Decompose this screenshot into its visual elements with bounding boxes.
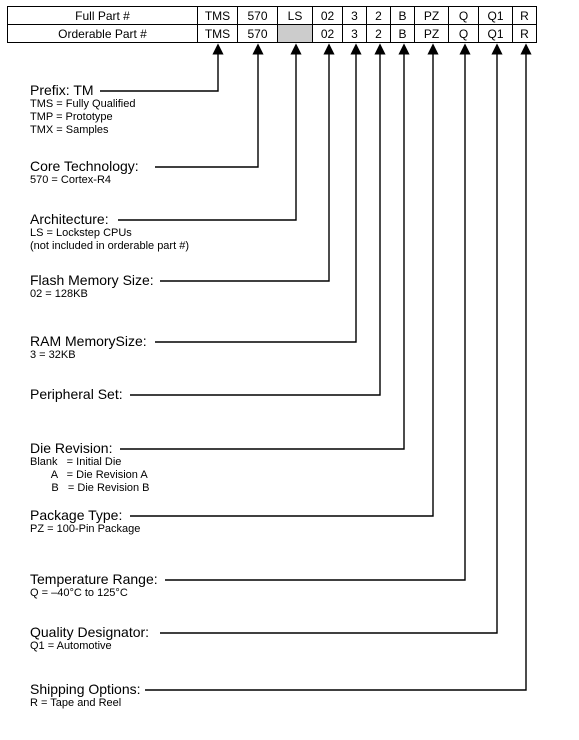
cell-ord-570: 570: [238, 25, 278, 43]
arch-title: Architecture:: [30, 211, 189, 227]
cell-ord-b: B: [391, 25, 415, 43]
section-shipping: Shipping Options: R = Tape and Reel: [30, 681, 141, 710]
cell-ord-02: 02: [313, 25, 343, 43]
ship-title: Shipping Options:: [30, 681, 141, 697]
pkg-title: Package Type:: [30, 507, 140, 523]
qual-title: Quality Designator:: [30, 624, 149, 640]
prefix-detail-3: TMX = Samples: [30, 124, 135, 137]
cell-full-r: R: [513, 7, 537, 25]
ram-title: RAM MemorySize:: [30, 333, 147, 349]
cell-full-q: Q: [449, 7, 479, 25]
prefix-detail-2: TMP = Prototype: [30, 111, 135, 124]
cell-ord-r: R: [513, 25, 537, 43]
row-orderable-part: Orderable Part # TMS 570 02 3 2 B PZ Q Q…: [8, 25, 537, 43]
section-die: Die Revision: Blank = Initial Die A = Di…: [30, 440, 150, 495]
section-quality: Quality Designator: Q1 = Automotive: [30, 624, 149, 653]
prefix-title: Prefix: TM: [30, 82, 135, 98]
cell-ord-tms: TMS: [198, 25, 238, 43]
cell-full-3: 3: [343, 7, 367, 25]
section-flash: Flash Memory Size: 02 = 128KB: [30, 272, 154, 301]
part-number-table: Full Part # TMS 570 LS 02 3 2 B PZ Q Q1 …: [7, 6, 537, 43]
cell-full-2: 2: [367, 7, 391, 25]
cell-full-570: 570: [238, 7, 278, 25]
cell-full-pz: PZ: [415, 7, 449, 25]
flash-title: Flash Memory Size:: [30, 272, 154, 288]
cell-full-02: 02: [313, 7, 343, 25]
pkg-detail-1: PZ = 100-Pin Package: [30, 523, 140, 536]
qual-detail-1: Q1 = Automotive: [30, 640, 149, 653]
die-title: Die Revision:: [30, 440, 150, 456]
temp-title: Temperature Range:: [30, 571, 158, 587]
core-title: Core Technology:: [30, 158, 139, 174]
die-detail-2: A = Die Revision A: [30, 469, 150, 482]
cell-full-tms: TMS: [198, 7, 238, 25]
die-detail-1: Blank = Initial Die: [30, 456, 150, 469]
flash-detail-1: 02 = 128KB: [30, 288, 154, 301]
cell-full-b: B: [391, 7, 415, 25]
cell-ord-ls: [278, 25, 313, 43]
temp-detail-1: Q = –40°C to 125°C: [30, 587, 158, 600]
cell-full-q1: Q1: [479, 7, 513, 25]
cell-ord-q1: Q1: [479, 25, 513, 43]
section-temperature: Temperature Range: Q = –40°C to 125°C: [30, 571, 158, 600]
full-part-label: Full Part #: [8, 7, 198, 25]
cell-ord-2: 2: [367, 25, 391, 43]
row-full-part: Full Part # TMS 570 LS 02 3 2 B PZ Q Q1 …: [8, 7, 537, 25]
orderable-part-label: Orderable Part #: [8, 25, 198, 43]
cell-full-ls: LS: [278, 7, 313, 25]
cell-ord-q: Q: [449, 25, 479, 43]
cell-ord-3: 3: [343, 25, 367, 43]
cell-ord-pz: PZ: [415, 25, 449, 43]
arch-detail-1: LS = Lockstep CPUs: [30, 227, 189, 240]
arch-detail-2: (not included in orderable part #): [30, 240, 189, 253]
periph-title: Peripheral Set:: [30, 386, 123, 402]
core-detail-1: 570 = Cortex-R4: [30, 174, 139, 187]
ram-detail-1: 3 = 32KB: [30, 349, 147, 362]
section-prefix: Prefix: TM TMS = Fully Qualified TMP = P…: [30, 82, 135, 137]
section-package: Package Type: PZ = 100-Pin Package: [30, 507, 140, 536]
section-core: Core Technology: 570 = Cortex-R4: [30, 158, 139, 187]
section-peripheral: Peripheral Set:: [30, 386, 123, 402]
section-architecture: Architecture: LS = Lockstep CPUs (not in…: [30, 211, 189, 253]
section-ram: RAM MemorySize: 3 = 32KB: [30, 333, 147, 362]
ship-detail-1: R = Tape and Reel: [30, 697, 141, 710]
die-detail-3: B = Die Revision B: [30, 482, 150, 495]
prefix-detail-1: TMS = Fully Qualified: [30, 98, 135, 111]
